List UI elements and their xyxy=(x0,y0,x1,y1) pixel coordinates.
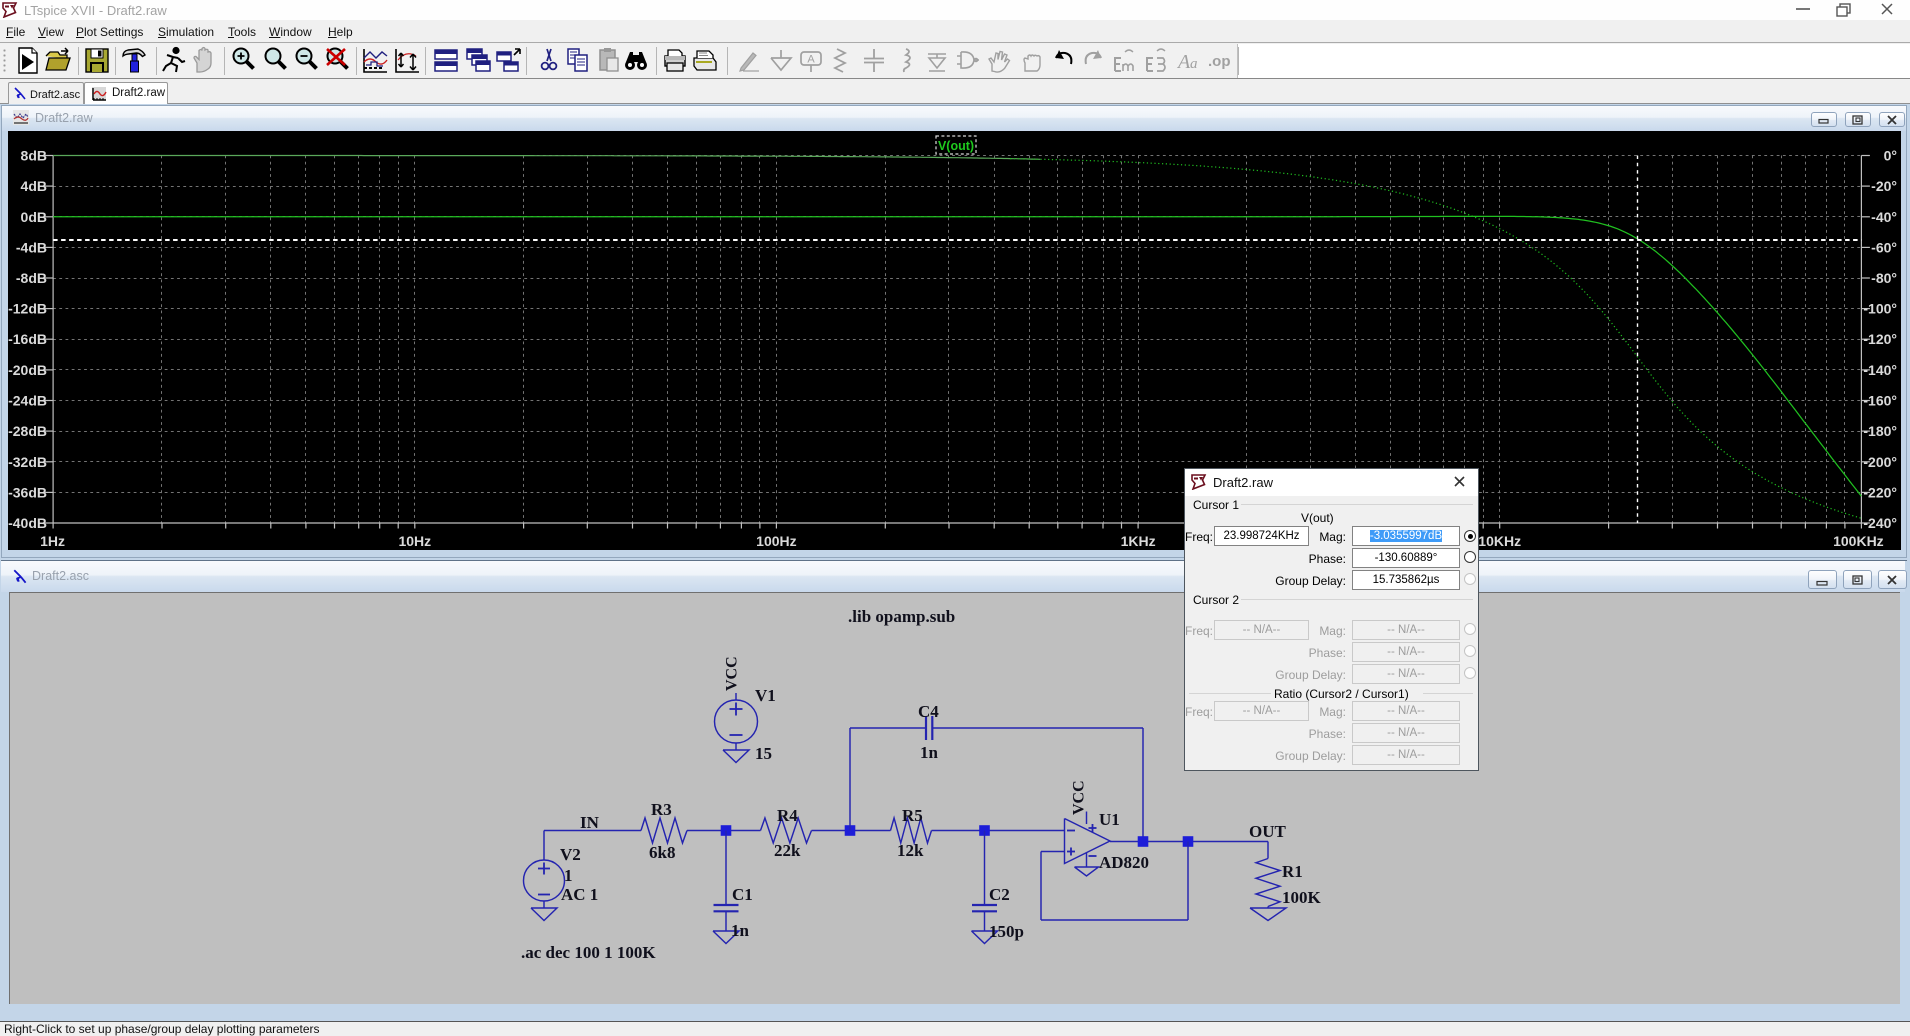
svg-text:R3: R3 xyxy=(651,800,672,819)
svg-text:VCC: VCC xyxy=(1071,780,1088,815)
svg-text:C2: C2 xyxy=(989,885,1010,904)
svg-text:R5: R5 xyxy=(902,806,923,825)
svg-text:1: 1 xyxy=(564,866,573,885)
svg-text:-40°: -40° xyxy=(1871,209,1897,225)
svg-text:A: A xyxy=(1176,51,1191,73)
svg-text:-240°: -240° xyxy=(1863,515,1897,531)
svg-text:-12dB: -12dB xyxy=(8,301,47,317)
svg-text:.lib opamp.sub: .lib opamp.sub xyxy=(848,607,955,626)
svg-text:1n: 1n xyxy=(920,743,939,762)
svg-text:1KHz: 1KHz xyxy=(1121,533,1156,549)
svg-text:R1: R1 xyxy=(1282,862,1303,881)
svg-text:C4: C4 xyxy=(918,702,939,721)
svg-text:-16dB: -16dB xyxy=(8,331,47,347)
svg-text:OUT: OUT xyxy=(1249,822,1287,841)
svg-text:-24dB: -24dB xyxy=(8,393,47,409)
svg-text:-80°: -80° xyxy=(1871,270,1897,286)
svg-text:8dB: 8dB xyxy=(21,148,47,164)
svg-text:a: a xyxy=(1190,56,1198,72)
svg-text:U1: U1 xyxy=(1099,810,1120,829)
svg-text:10Hz: 10Hz xyxy=(398,533,431,549)
svg-text:1n: 1n xyxy=(731,921,750,940)
svg-text:6k8: 6k8 xyxy=(649,843,675,862)
svg-text:.op: .op xyxy=(1208,53,1231,70)
svg-text:-20dB: -20dB xyxy=(8,362,47,378)
svg-text:-20°: -20° xyxy=(1871,178,1897,194)
svg-text:-140°: -140° xyxy=(1863,362,1897,378)
svg-text:-8dB: -8dB xyxy=(16,270,47,286)
svg-text:-220°: -220° xyxy=(1863,484,1897,500)
svg-text:12k: 12k xyxy=(897,841,924,860)
svg-text:-60°: -60° xyxy=(1871,239,1897,255)
svg-text:-40dB: -40dB xyxy=(8,515,47,531)
svg-text:IN: IN xyxy=(580,813,600,832)
svg-text:AD820: AD820 xyxy=(1099,853,1149,872)
svg-text:100KHz: 100KHz xyxy=(1833,533,1884,549)
svg-text:15: 15 xyxy=(755,744,772,763)
svg-text:V2: V2 xyxy=(560,845,581,864)
svg-text:.ac dec 100 1 100K: .ac dec 100 1 100K xyxy=(521,943,656,962)
svg-text:-28dB: -28dB xyxy=(8,423,47,439)
svg-text:0°: 0° xyxy=(1884,148,1897,164)
svg-text:C1: C1 xyxy=(732,885,753,904)
svg-text:-180°: -180° xyxy=(1863,423,1897,439)
svg-text:-160°: -160° xyxy=(1863,393,1897,409)
svg-text:-200°: -200° xyxy=(1863,454,1897,470)
svg-text:V(out): V(out) xyxy=(938,139,974,153)
svg-text:-100°: -100° xyxy=(1863,301,1897,317)
svg-text:AC 1: AC 1 xyxy=(561,885,598,904)
svg-text:100K: 100K xyxy=(1282,888,1322,907)
svg-text:1Hz: 1Hz xyxy=(40,533,65,549)
svg-text:-36dB: -36dB xyxy=(8,484,47,500)
svg-text:V1: V1 xyxy=(755,686,776,705)
svg-text:-4dB: -4dB xyxy=(16,239,47,255)
svg-text:0dB: 0dB xyxy=(21,209,47,225)
svg-text:22k: 22k xyxy=(774,841,801,860)
svg-text:-32dB: -32dB xyxy=(8,454,47,470)
svg-text:R4: R4 xyxy=(777,806,798,825)
svg-text:10KHz: 10KHz xyxy=(1478,533,1521,549)
svg-text:-120°: -120° xyxy=(1863,331,1897,347)
svg-text:150p: 150p xyxy=(989,922,1024,941)
svg-text:A: A xyxy=(807,54,815,66)
svg-text:100Hz: 100Hz xyxy=(756,533,796,549)
svg-text:4dB: 4dB xyxy=(21,178,47,194)
svg-text:VCC: VCC xyxy=(724,656,741,691)
